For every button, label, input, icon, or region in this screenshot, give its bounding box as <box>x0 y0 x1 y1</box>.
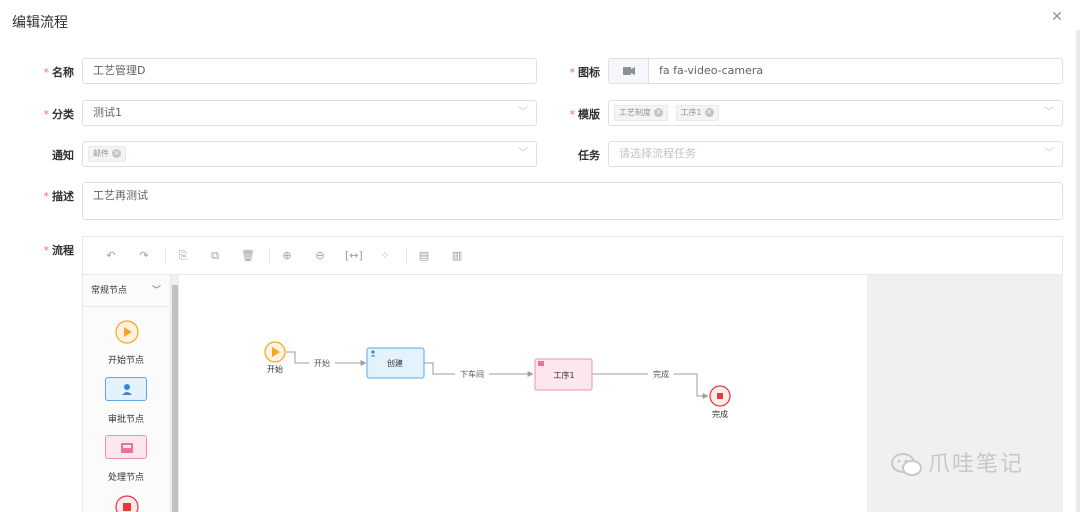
paste-icon[interactable]: ⧉ <box>207 248 223 264</box>
edge-label: 完成 <box>653 369 669 379</box>
redo-icon[interactable]: ↷ <box>136 248 152 264</box>
edge-label: 下车间 <box>460 369 484 379</box>
node-label: 工序1 <box>553 370 574 380</box>
chevron-down-icon: ﹀ <box>1044 148 1054 159</box>
icon-prefix <box>609 59 649 83</box>
dialog-title: 编辑流程 <box>12 15 68 31</box>
palette-item-label: 开始节点 <box>107 356 144 366</box>
dialog-scrollbar[interactable] <box>1076 30 1080 512</box>
node-label: 开始 <box>267 364 283 374</box>
icon-input[interactable]: fa fa-video-camera <box>608 58 1063 84</box>
approve-node-item[interactable] <box>105 377 147 401</box>
process-node-item[interactable] <box>105 435 147 459</box>
name-label: * 名称 <box>43 66 75 79</box>
task-label: 任务 <box>578 149 600 162</box>
chevron-down-icon: ﹀ <box>151 286 161 296</box>
stop-icon <box>123 503 131 511</box>
zoom-in-icon[interactable]: ⊕ <box>279 248 295 264</box>
notify-tag: 邮件 × <box>88 146 126 162</box>
palette-scrollbar[interactable] <box>171 275 179 512</box>
actual-size-icon[interactable]: ⁘ <box>377 248 393 264</box>
start-node-item[interactable] <box>114 319 140 345</box>
to-back-icon[interactable]: ▥ <box>449 248 465 264</box>
template-select[interactable]: 工艺制度 × 工序1 × ﹀ <box>608 100 1063 126</box>
notify-select[interactable]: 邮件 × ﹀ <box>82 141 537 167</box>
flow-label: * 流程 <box>43 244 75 257</box>
create-node[interactable]: 创建 <box>366 347 425 379</box>
close-icon[interactable]: ✕ <box>1050 10 1064 24</box>
node-palette: 常规节点 ﹀ 开始节点 审批节点 处理节点 <box>83 275 171 512</box>
tag-close-icon[interactable]: × <box>704 108 714 117</box>
node-label: 完成 <box>712 409 728 419</box>
inbox-icon <box>121 443 133 453</box>
task-select[interactable]: 请选择流程任务 ﹀ <box>608 141 1063 167</box>
category-select[interactable]: 测试1 ﹀ <box>82 100 537 126</box>
palette-item-label: 审批节点 <box>107 415 144 425</box>
template-tag: 工序1 × <box>675 105 719 121</box>
user-icon <box>122 384 132 395</box>
end-node-item[interactable] <box>114 494 140 512</box>
stop-icon <box>717 393 723 399</box>
step-node[interactable]: 工序1 <box>534 358 593 391</box>
end-node[interactable]: 完成 <box>709 385 731 419</box>
wechat-icon <box>891 453 922 476</box>
description-textarea[interactable]: 工艺再测试 <box>82 182 1063 220</box>
flow-canvas[interactable]: 开始 下车间 完成 开始 创建 工序1 完成 <box>179 275 867 512</box>
copy-icon[interactable]: ⎘ <box>175 248 191 264</box>
tag-close-icon[interactable]: × <box>112 149 121 158</box>
to-front-icon[interactable]: ▤ <box>416 248 432 264</box>
edge-label: 开始 <box>314 358 330 368</box>
delete-icon[interactable]: 🗑 <box>240 248 256 264</box>
start-node[interactable]: 开始 <box>264 341 286 374</box>
description-label: * 描述 <box>43 190 75 203</box>
watermark: 爪哇笔记 <box>890 446 1024 479</box>
flow-toolbar: ↶ ↷ ⎘ ⧉ 🗑 ⊕ ⊖ [↔] ⁘ ▤ ▥ <box>83 237 1062 275</box>
undo-icon[interactable]: ↶ <box>103 248 119 264</box>
template-tag: 工艺制度 × <box>614 105 668 121</box>
notify-label: 通知 <box>52 149 74 162</box>
palette-category-select[interactable]: 常规节点 ﹀ <box>83 275 169 307</box>
category-label: * 分类 <box>43 108 75 121</box>
palette-item-label: 处理节点 <box>107 473 144 483</box>
tag-close-icon[interactable]: × <box>654 108 663 117</box>
icon-label: * 图标 <box>569 66 601 79</box>
inbox-icon <box>538 361 544 366</box>
name-input[interactable]: 工艺管理D <box>82 58 537 84</box>
fit-icon[interactable]: [↔] <box>345 248 363 264</box>
node-label: 创建 <box>387 358 403 368</box>
chevron-down-icon: ﹀ <box>1044 107 1054 118</box>
zoom-out-icon[interactable]: ⊖ <box>312 248 328 264</box>
video-camera-icon <box>623 67 635 75</box>
template-label: * 模版 <box>569 108 601 121</box>
